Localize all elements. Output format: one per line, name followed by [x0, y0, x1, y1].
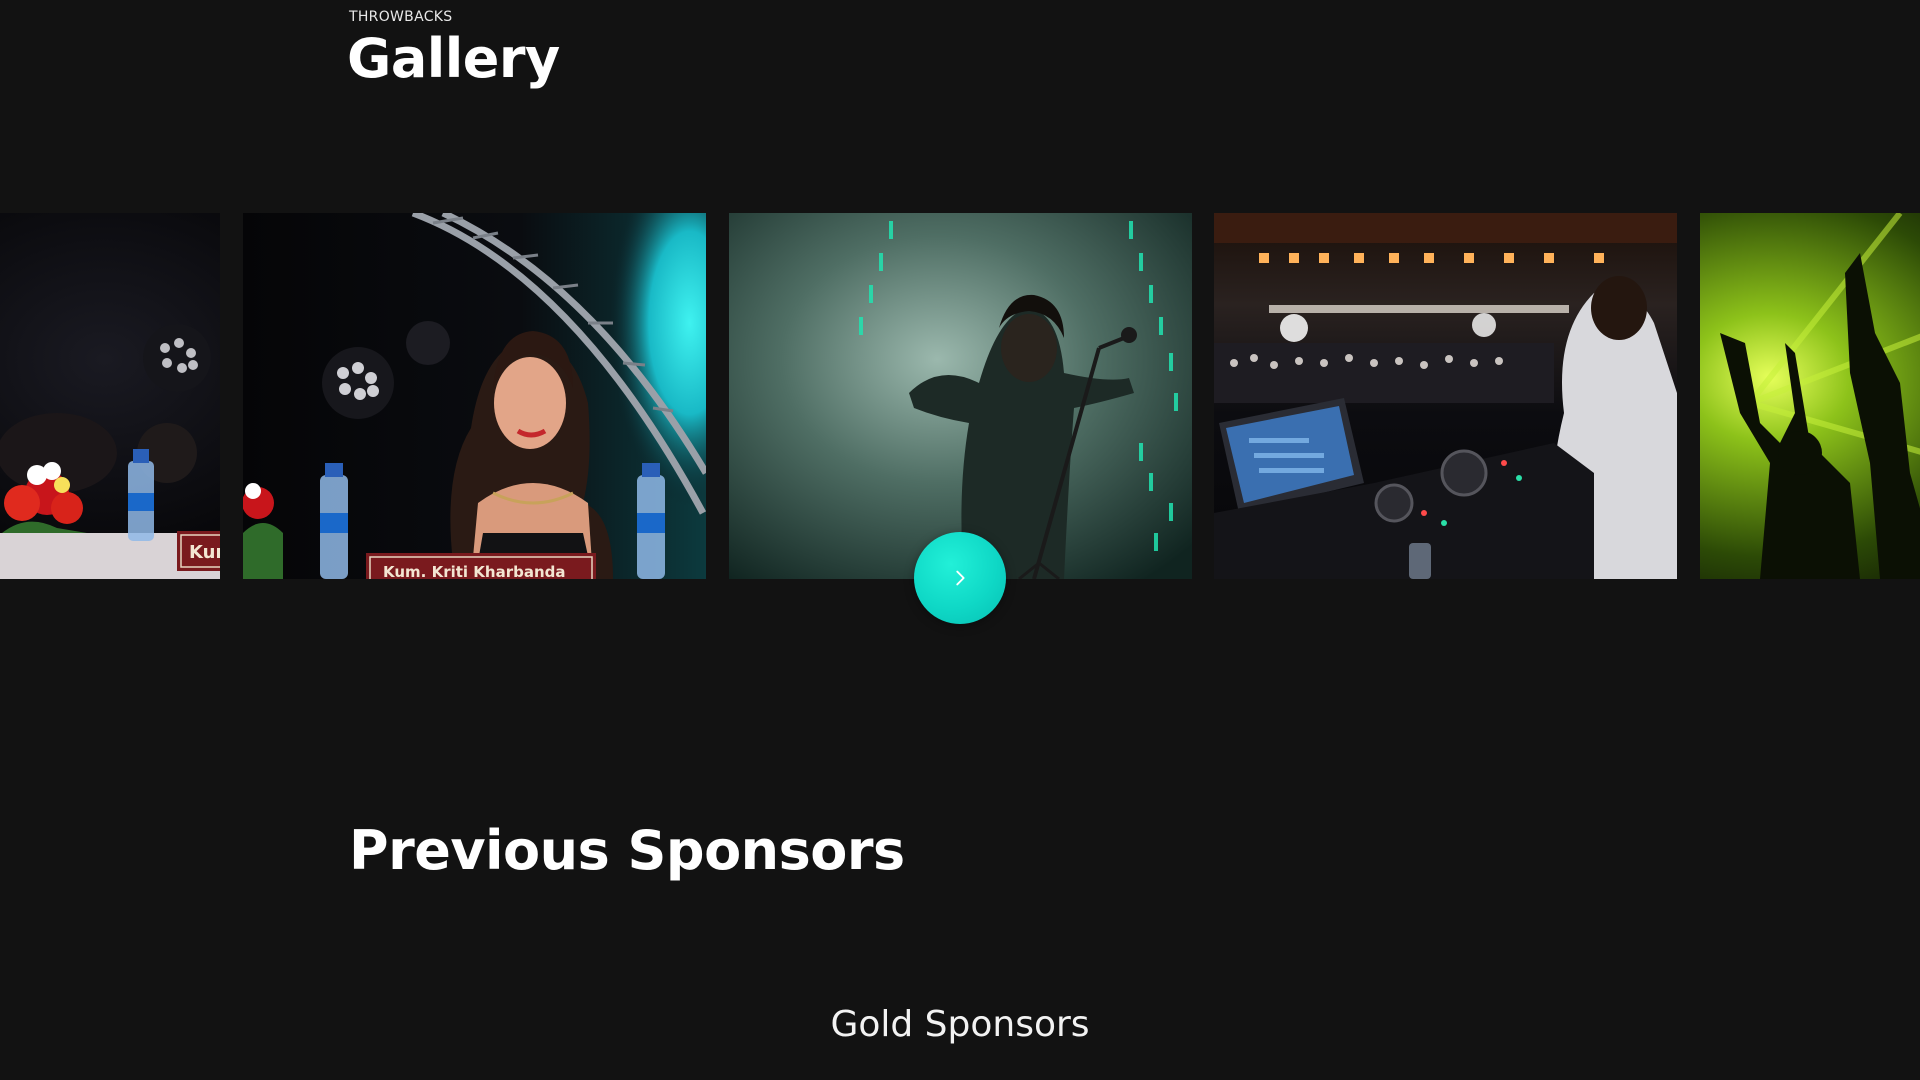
slide-2-caption: Kum. Kriti Kharbanda [383, 563, 566, 579]
gold-sponsors-title: Gold Sponsors [830, 1004, 1090, 1045]
gallery-slide-1[interactable]: Kum [0, 213, 220, 579]
slide-2-image: Kum. Kriti Kharbanda [243, 213, 706, 579]
slide-5-image [1700, 213, 1920, 579]
carousel-next-button[interactable] [914, 532, 1006, 624]
gallery-slide-2[interactable]: Kum. Kriti Kharbanda [243, 213, 706, 579]
previous-sponsors-title: Previous Sponsors [349, 819, 905, 882]
gallery-carousel[interactable]: Kum [0, 213, 1920, 579]
section-eyebrow: THROWBACKS [349, 9, 453, 25]
slide-1-image: Kum [0, 213, 220, 579]
gallery-title: Gallery [347, 27, 560, 90]
page: THROWBACKS Gallery Ku Kum. Kriti Kharban… [0, 0, 1920, 1080]
gallery-slide-4[interactable] [1214, 213, 1677, 579]
chevron-right-icon [956, 570, 965, 586]
gallery-slide-5[interactable] [1700, 213, 1920, 579]
slide-1-caption: Kum [189, 542, 220, 563]
slide-3-image [729, 213, 1192, 579]
slide-4-image [1214, 213, 1677, 579]
gallery-slide-3[interactable] [729, 213, 1192, 579]
